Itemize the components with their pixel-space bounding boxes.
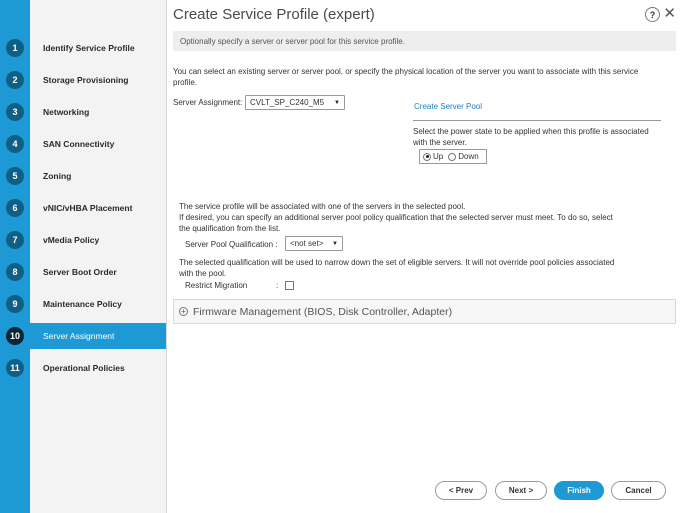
server-assignment-label: Server Assignment: bbox=[173, 98, 243, 107]
step-number-strip: 1 2 3 4 5 6 7 8 9 10 11 bbox=[0, 0, 30, 513]
step-vmedia-policy[interactable]: vMedia Policy bbox=[30, 227, 166, 253]
restrict-migration-colon: : bbox=[276, 281, 279, 290]
finish-button[interactable]: Finish bbox=[554, 481, 604, 500]
wizard-content: Create Service Profile (expert) ? ✕ Opti… bbox=[167, 0, 684, 513]
step-number-4: 4 bbox=[6, 135, 24, 153]
next-button[interactable]: Next > bbox=[495, 481, 547, 500]
step-number-3: 3 bbox=[6, 103, 24, 121]
step-server-assignment[interactable]: Server Assignment bbox=[30, 323, 166, 349]
step-number-6: 6 bbox=[6, 199, 24, 217]
prev-button[interactable]: < Prev bbox=[435, 481, 487, 500]
pool-qualification-label: Server Pool Qualification : bbox=[185, 240, 278, 249]
power-down-label: Down bbox=[458, 152, 479, 161]
chevron-down-icon: ▼ bbox=[334, 99, 340, 106]
create-server-pool-link[interactable]: Create Server Pool bbox=[414, 102, 482, 111]
step-vnic-vhba-placement[interactable]: vNIC/vHBA Placement bbox=[30, 195, 166, 221]
step-number-11: 11 bbox=[6, 359, 24, 377]
pool-qualification-select[interactable]: <not set> ▼ bbox=[285, 236, 343, 251]
step-identify-service-profile[interactable]: Identify Service Profile bbox=[30, 35, 166, 61]
step-maintenance-policy[interactable]: Maintenance Policy bbox=[30, 291, 166, 317]
info-bar: Optionally specify a server or server po… bbox=[173, 31, 676, 51]
narrow-text-line-1: The selected qualification will be used … bbox=[179, 258, 615, 267]
power-state-group: Up Down bbox=[419, 149, 487, 164]
server-assignment-value: CVLT_SP_C240_M5 bbox=[250, 98, 325, 107]
step-number-10: 10 bbox=[6, 327, 24, 345]
step-operational-policies[interactable]: Operational Policies bbox=[30, 355, 166, 381]
pool-qualification-value: <not set> bbox=[290, 239, 324, 248]
pool-text-line-3: the qualification from the list. bbox=[179, 224, 281, 233]
step-networking[interactable]: Networking bbox=[30, 99, 166, 125]
wizard-step-list: Identify Service Profile Storage Provisi… bbox=[30, 0, 167, 513]
chevron-down-icon: ▼ bbox=[332, 240, 338, 247]
power-up-label: Up bbox=[433, 152, 444, 161]
step-storage-provisioning[interactable]: Storage Provisioning bbox=[30, 67, 166, 93]
power-up-radio[interactable] bbox=[423, 152, 431, 161]
intro-text-line-1: You can select an existing server or ser… bbox=[173, 67, 639, 76]
pool-text-line-1: The service profile will be associated w… bbox=[179, 202, 466, 211]
step-server-boot-order[interactable]: Server Boot Order bbox=[30, 259, 166, 285]
step-zoning[interactable]: Zoning bbox=[30, 163, 166, 189]
step-san-connectivity[interactable]: SAN Connectivity bbox=[30, 131, 166, 157]
help-icon[interactable]: ? bbox=[645, 7, 660, 22]
expand-plus-icon: + bbox=[179, 307, 188, 316]
intro-text-line-2: profile. bbox=[173, 78, 198, 87]
step-number-1: 1 bbox=[6, 39, 24, 57]
close-icon[interactable]: ✕ bbox=[663, 4, 676, 22]
narrow-text-line-2: with the pool. bbox=[179, 269, 227, 278]
step-number-5: 5 bbox=[6, 167, 24, 185]
step-number-8: 8 bbox=[6, 263, 24, 281]
step-number-9: 9 bbox=[6, 295, 24, 313]
step-number-2: 2 bbox=[6, 71, 24, 89]
restrict-migration-checkbox[interactable] bbox=[285, 281, 294, 290]
cancel-button[interactable]: Cancel bbox=[611, 481, 666, 500]
power-state-text-line-2: with the server. bbox=[413, 138, 467, 147]
divider bbox=[413, 120, 661, 121]
restrict-migration-label: Restrict Migration bbox=[185, 281, 248, 290]
firmware-management-section[interactable]: + Firmware Management (BIOS, Disk Contro… bbox=[173, 299, 676, 324]
info-text: Optionally specify a server or server po… bbox=[180, 36, 405, 46]
power-state-text-line-1: Select the power state to be applied whe… bbox=[413, 127, 649, 136]
server-assignment-select[interactable]: CVLT_SP_C240_M5 ▼ bbox=[245, 95, 345, 110]
firmware-management-label: Firmware Management (BIOS, Disk Controll… bbox=[193, 305, 453, 318]
power-down-radio[interactable] bbox=[448, 152, 457, 161]
step-number-7: 7 bbox=[6, 231, 24, 249]
pool-text-line-2: If desired, you can specify an additiona… bbox=[179, 213, 613, 222]
dialog-title: Create Service Profile (expert) bbox=[173, 6, 375, 23]
